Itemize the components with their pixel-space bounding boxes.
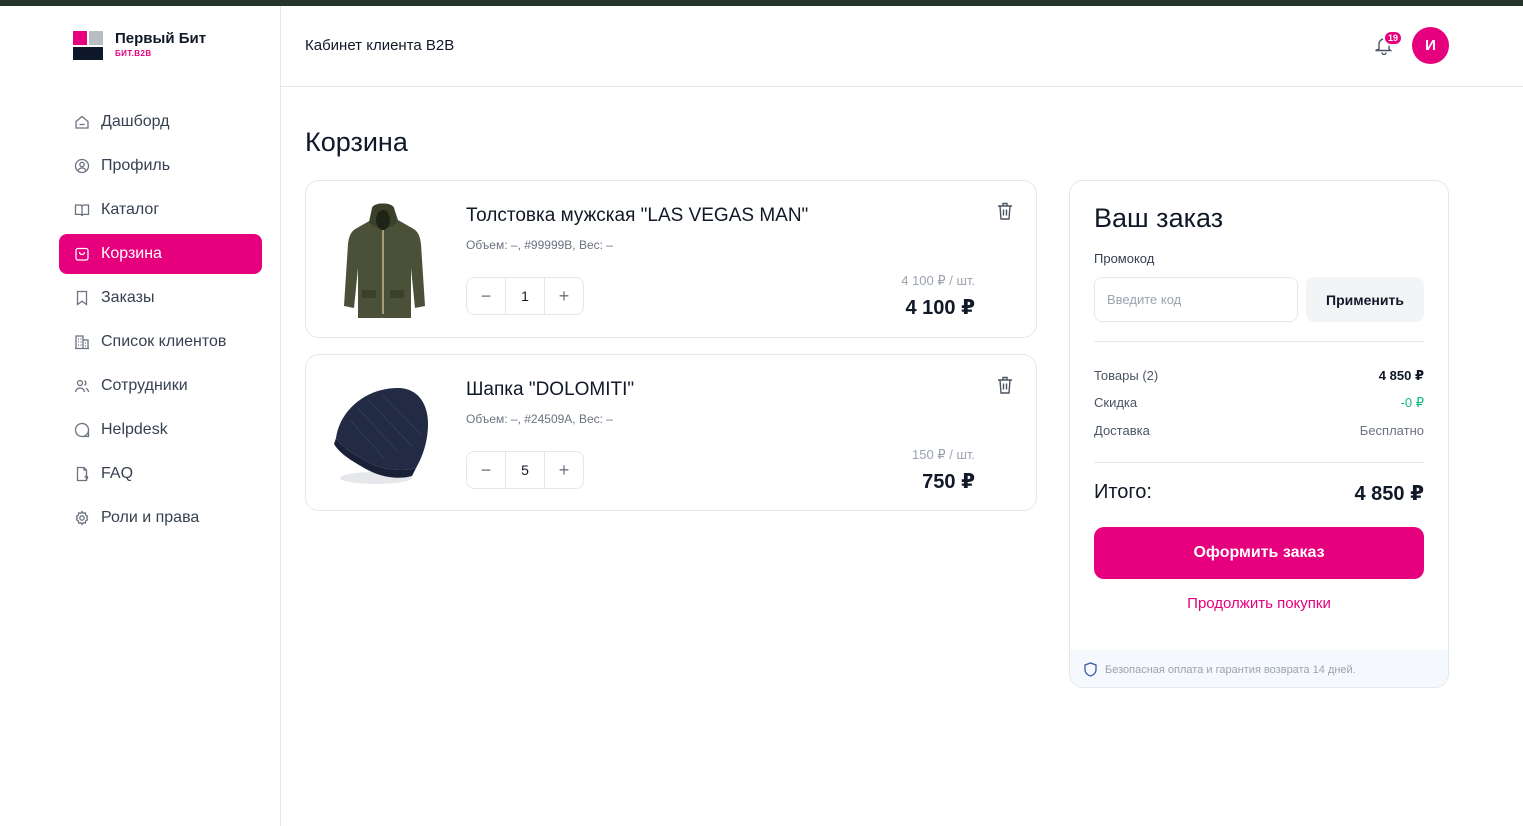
discount-value: -0 ₽ (1400, 395, 1424, 410)
book-open-icon (74, 202, 90, 218)
sidebar-item-label: Дашборд (101, 113, 170, 130)
checkout-button[interactable]: Оформить заказ (1094, 527, 1424, 579)
sidebar-item-roles[interactable]: Роли и права (59, 498, 262, 538)
file-question-icon (74, 466, 90, 482)
sidebar-item-catalog[interactable]: Каталог (59, 190, 262, 230)
quantity-stepper: − 1 + (466, 277, 584, 315)
sidebar-item-label: Сотрудники (101, 377, 188, 394)
building-icon (74, 334, 90, 350)
quantity-value[interactable]: 1 (505, 278, 545, 314)
bookmark-icon (74, 290, 90, 306)
users-icon (74, 378, 90, 394)
cart-item: Толстовка мужская "LAS VEGAS MAN" Объем:… (305, 180, 1037, 338)
sidebar-item-orders[interactable]: Заказы (59, 278, 262, 318)
discount-row: Скидка -0 ₽ (1094, 395, 1424, 411)
decrement-button[interactable]: − (467, 278, 505, 314)
sidebar-item-dashboard[interactable]: Дашборд (59, 102, 262, 142)
sidebar-item-helpdesk[interactable]: Helpdesk (59, 410, 262, 450)
goods-row: Товары (2) 4 850 ₽ (1094, 368, 1424, 384)
total-row: Итого: 4 850 ₽ (1094, 481, 1424, 506)
trash-icon[interactable] (996, 375, 1014, 395)
user-circle-icon (74, 158, 90, 174)
unit-price: 4 100 ₽ / шт. (901, 273, 975, 288)
sidebar-item-employees[interactable]: Сотрудники (59, 366, 262, 406)
hoodie-image (326, 197, 440, 321)
secure-note-text: Безопасная оплата и гарантия возврата 14… (1105, 663, 1356, 676)
goods-value: 4 850 ₽ (1378, 368, 1424, 383)
sidebar-item-label: Список клиентов (101, 333, 227, 350)
secure-payment-note: Безопасная оплата и гарантия возврата 14… (1070, 650, 1448, 687)
increment-button[interactable]: + (545, 452, 583, 488)
item-meta: Объем: –, #24509A, Вес: – (466, 412, 613, 426)
order-summary: Ваш заказ Промокод Применить Товары (2) … (1069, 180, 1449, 688)
total-value: 4 850 ₽ (1354, 483, 1424, 505)
header-title: Кабинет клиента B2B (305, 37, 455, 54)
page-title: Корзина (305, 127, 408, 157)
summary-title: Ваш заказ (1094, 203, 1224, 233)
delivery-label: Доставка (1094, 423, 1150, 438)
brand-sub: БИТ.B2B (115, 49, 152, 58)
divider (1094, 462, 1424, 463)
beanie-image (326, 371, 440, 495)
top-header: Кабинет клиента B2B 19 И (281, 6, 1523, 87)
sidebar-item-label: Роли и права (101, 509, 200, 526)
sidebar-item-label: Профиль (101, 157, 171, 174)
unit-price: 150 ₽ / шт. (912, 447, 975, 462)
logo-icon (73, 31, 104, 60)
promo-code-input[interactable] (1094, 277, 1298, 322)
total-label: Итого: (1094, 481, 1152, 503)
sidebar-item-label: FAQ (101, 465, 134, 482)
sidebar-item-faq[interactable]: FAQ (59, 454, 262, 494)
continue-shopping-link[interactable]: Продолжить покупки (1094, 595, 1424, 612)
logo[interactable]: Первый Бит БИТ.B2B (73, 31, 206, 60)
home-icon (74, 114, 90, 130)
avatar[interactable]: И (1412, 27, 1449, 64)
sidebar-item-label: Заказы (101, 289, 155, 306)
quantity-value[interactable]: 5 (505, 452, 545, 488)
trash-icon[interactable] (996, 201, 1014, 221)
sidebar: Первый Бит БИТ.B2B Дашборд Профиль Катал… (0, 6, 281, 826)
sidebar-item-label: Каталог (101, 201, 160, 218)
decrement-button[interactable]: − (467, 452, 505, 488)
sidebar-item-clients[interactable]: Список клиентов (59, 322, 262, 362)
item-name[interactable]: Толстовка мужская "LAS VEGAS MAN" (466, 205, 808, 227)
sidebar-item-label: Корзина (101, 245, 162, 262)
bag-icon (74, 246, 90, 262)
delivery-value: Бесплатно (1359, 423, 1424, 438)
cart-item: Шапка "DOLOMITI" Объем: –, #24509A, Вес:… (305, 354, 1037, 511)
chat-icon (74, 422, 90, 438)
sidebar-item-label: Helpdesk (101, 421, 168, 438)
notification-badge: 19 (1383, 30, 1404, 46)
item-total: 750 ₽ (922, 471, 975, 493)
sidebar-nav: Дашборд Профиль Каталог Корзина Заказы С… (59, 102, 262, 542)
apply-promo-button[interactable]: Применить (1306, 277, 1424, 322)
divider (1094, 341, 1424, 342)
increment-button[interactable]: + (545, 278, 583, 314)
sidebar-item-profile[interactable]: Профиль (59, 146, 262, 186)
goods-label: Товары (2) (1094, 368, 1159, 383)
gear-icon (74, 510, 90, 526)
item-name[interactable]: Шапка "DOLOMITI" (466, 379, 634, 401)
item-total: 4 100 ₽ (905, 297, 975, 319)
quantity-stepper: − 5 + (466, 451, 584, 489)
discount-label: Скидка (1094, 395, 1138, 410)
item-meta: Объем: –, #99999B, Вес: – (466, 238, 613, 252)
brand-name: Первый Бит (115, 30, 207, 47)
promo-label: Промокод (1094, 251, 1155, 266)
sidebar-item-cart[interactable]: Корзина (59, 234, 262, 274)
delivery-row: Доставка Бесплатно (1094, 423, 1424, 438)
shield-icon (1084, 662, 1097, 677)
